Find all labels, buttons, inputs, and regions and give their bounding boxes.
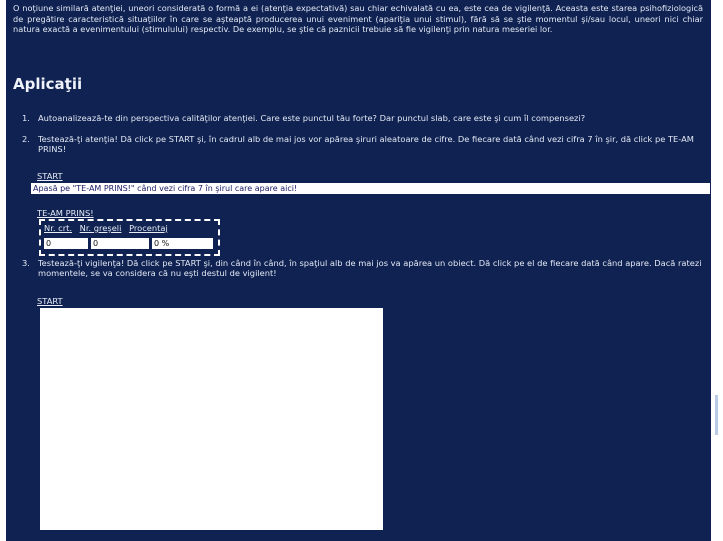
percentage-field: 0 % [152,238,213,249]
item-number: 1. [22,113,30,123]
item-text: Testează-ţi vigilenţa! Dă click pe START… [38,258,702,278]
section-title: Aplicaţii [13,75,83,93]
item-text: Autoanalizează-te din perspectiva calită… [38,113,586,123]
score-panel: Nr. crt. Nr. greşeli Procentaj 0 0 0 % [39,219,220,256]
start-link-test2[interactable]: START [37,296,63,306]
score-headers: Nr. crt. Nr. greşeli Procentaj [44,223,173,233]
scrollbar[interactable] [711,0,723,541]
content-area: O noţiune similară atenţiei, uneori cons… [6,0,711,541]
caught-button[interactable]: TE-AM PRINS! [37,208,94,218]
header-nr-crt: Nr. crt. [44,223,72,233]
header-procentaj: Procentaj [129,223,168,233]
vigilance-play-area[interactable] [40,308,383,530]
item-number: 3. [22,258,30,268]
item-text: Testează-ţi atenţia! Dă click pe START ş… [38,134,694,154]
scrollbar-thumb[interactable] [715,395,718,435]
count-field: 0 [44,238,88,249]
header-nr-greseli: Nr. greşeli [79,223,122,233]
digit-sequence-field: Apasă pe "TE-AM PRINS!" când vezi cifra … [31,183,710,194]
start-link-test1[interactable]: START [37,171,63,181]
item-number: 2. [22,134,30,144]
intro-paragraph: O noţiune similară atenţiei, uneori cons… [13,3,703,34]
errors-field: 0 [91,238,149,249]
